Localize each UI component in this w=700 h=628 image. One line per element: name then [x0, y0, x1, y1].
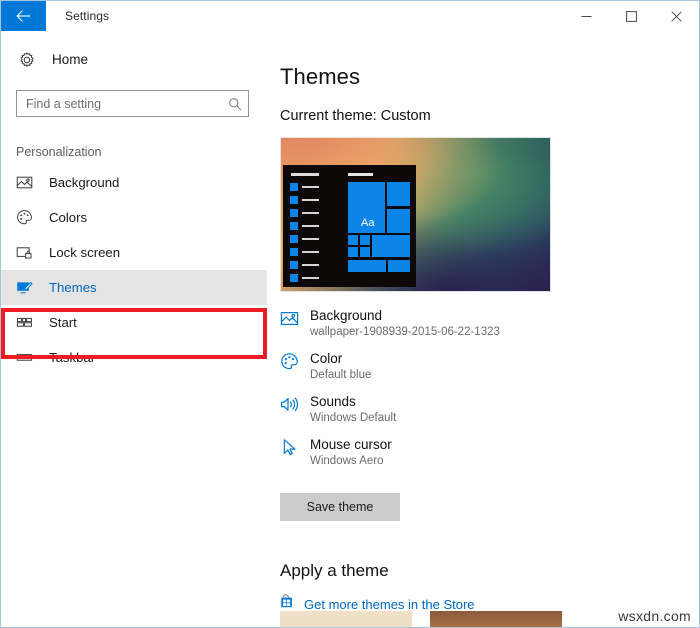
picture-icon — [280, 307, 310, 328]
maximize-button[interactable] — [609, 1, 654, 31]
speaker-icon — [280, 393, 310, 414]
theme-setting-color[interactable]: Color Default blue — [280, 350, 699, 383]
theme-thumbnail-item[interactable] — [430, 611, 562, 628]
back-button[interactable] — [1, 1, 46, 31]
app-title: Settings — [46, 1, 109, 31]
save-theme-button[interactable]: Save theme — [280, 493, 400, 521]
page-title: Themes — [280, 64, 699, 90]
preview-start-menu: Aa — [283, 165, 416, 287]
setting-title: Sounds — [310, 393, 396, 410]
minimize-icon — [581, 11, 592, 22]
sidebar-section-title: Personalization — [16, 145, 267, 159]
gear-icon — [19, 52, 41, 68]
back-arrow-icon — [16, 10, 31, 22]
search-icon[interactable] — [222, 97, 248, 111]
setting-value: Windows Default — [310, 411, 396, 426]
theme-thumbnail-item[interactable] — [280, 611, 412, 628]
sidebar-item-lock-screen[interactable]: Lock screen — [1, 235, 267, 270]
setting-value: Windows Aero — [310, 454, 392, 469]
close-button[interactable] — [654, 1, 699, 31]
window-body: Home Personalization — [1, 32, 699, 628]
setting-value: wallpaper-1908939-2015-06-22-1323 — [310, 325, 500, 340]
sidebar-item-label: Colors — [49, 210, 87, 225]
sidebar-item-label: Background — [49, 175, 119, 190]
sidebar-item-background[interactable]: Background — [1, 165, 267, 200]
preview-aa-text: Aa — [361, 217, 374, 229]
theme-thumbnail-row — [280, 611, 562, 628]
picture-icon — [16, 174, 38, 191]
title-bar: Settings — [1, 1, 699, 32]
main-content: Themes Current theme: Custom — [267, 32, 699, 628]
sidebar-item-start[interactable]: Start — [1, 305, 267, 340]
close-icon — [671, 11, 682, 22]
maximize-icon — [626, 11, 637, 22]
theme-setting-background[interactable]: Background wallpaper-1908939-2015-06-22-… — [280, 307, 699, 340]
sidebar-item-home[interactable]: Home — [1, 44, 267, 75]
sidebar-item-colors[interactable]: Colors — [1, 200, 267, 235]
theme-setting-mouse-cursor[interactable]: Mouse cursor Windows Aero — [280, 436, 699, 469]
search-box[interactable] — [16, 90, 249, 117]
lock-screen-icon — [16, 244, 38, 261]
minimize-button[interactable] — [564, 1, 609, 31]
themes-icon — [16, 279, 38, 296]
setting-value: Default blue — [310, 368, 371, 383]
theme-settings-list: Background wallpaper-1908939-2015-06-22-… — [280, 307, 699, 469]
setting-title: Background — [310, 307, 500, 324]
setting-title: Mouse cursor — [310, 436, 392, 453]
search-input[interactable] — [17, 91, 222, 116]
window-controls — [564, 1, 699, 31]
current-theme-label: Current theme: Custom — [280, 108, 699, 124]
sidebar-home-label: Home — [52, 52, 88, 67]
sidebar-item-themes[interactable]: Themes — [1, 270, 267, 305]
store-link-label: Get more themes in the Store — [304, 597, 475, 612]
palette-icon — [280, 350, 310, 371]
sidebar: Home Personalization — [1, 32, 267, 628]
sidebar-item-label: Start — [49, 315, 77, 330]
sidebar-item-taskbar[interactable]: Taskbar — [1, 340, 267, 375]
theme-preview[interactable]: Aa — [280, 137, 551, 292]
palette-icon — [16, 209, 38, 226]
theme-setting-sounds[interactable]: Sounds Windows Default — [280, 393, 699, 426]
watermark: wsxdn.com — [618, 608, 691, 624]
sidebar-item-label: Lock screen — [49, 245, 120, 260]
settings-window: Settings — [0, 0, 700, 628]
taskbar-icon — [16, 349, 38, 366]
sidebar-item-label: Themes — [49, 280, 97, 295]
apply-a-theme-heading: Apply a theme — [280, 561, 699, 581]
setting-title: Color — [310, 350, 371, 367]
cursor-icon — [280, 436, 310, 457]
sidebar-item-label: Taskbar — [49, 350, 95, 365]
start-tiles-icon — [16, 314, 38, 331]
